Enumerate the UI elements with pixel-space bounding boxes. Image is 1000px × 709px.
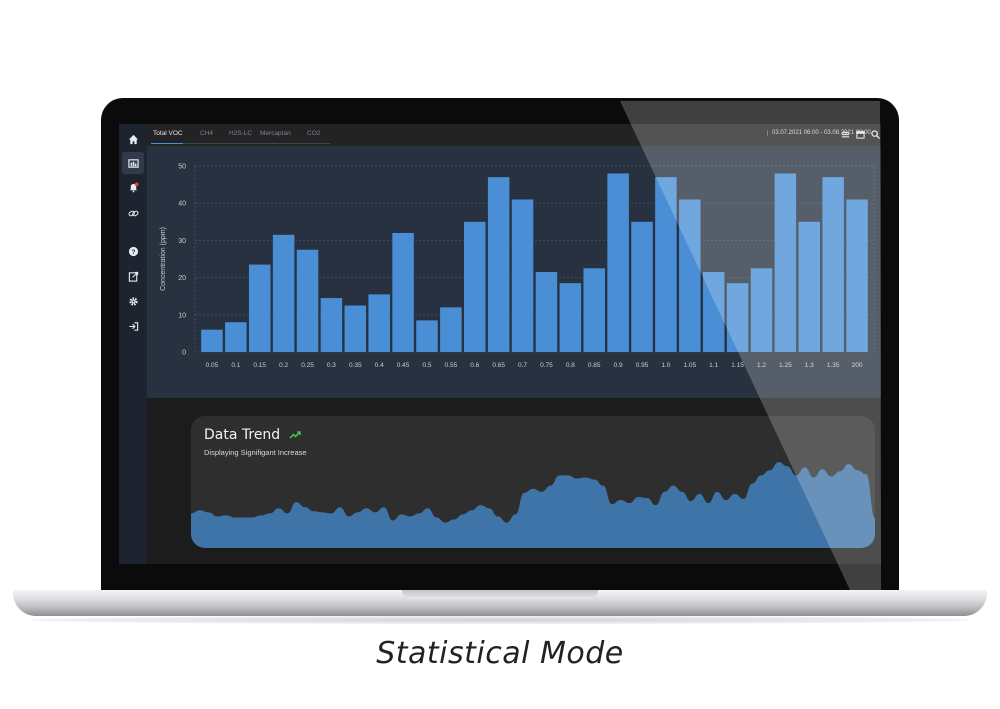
active-tab-indicator: [151, 143, 183, 144]
x-tick-label: 1.05: [683, 362, 696, 369]
bar: [702, 272, 725, 352]
bar: [846, 199, 868, 352]
x-tick-label: 0.3: [327, 362, 336, 369]
tab-co2[interactable]: CO2: [307, 130, 320, 137]
sidebar: ?: [119, 124, 147, 564]
x-tick-label: 0.05: [206, 362, 219, 369]
export-icon[interactable]: [122, 265, 144, 287]
bar: [511, 199, 534, 352]
x-tick-label: 0.55: [445, 362, 458, 369]
y-axis-label: Concentration (ppm): [160, 227, 167, 291]
link-icon[interactable]: [122, 202, 144, 224]
x-tick-label: 0.35: [349, 362, 362, 369]
bar: [798, 221, 821, 352]
x-tick-label: 0.5: [422, 362, 431, 369]
bar: [487, 177, 510, 352]
bar: [201, 329, 223, 352]
laptop-notch: [402, 590, 598, 599]
trend-area: [191, 462, 875, 548]
x-tick-label: 0.65: [492, 362, 505, 369]
trend-title: Data Trend: [204, 427, 281, 443]
bar-chart: 0 10 20 30 40 50 Concentration (ppm) 0.05 0.1 0.1…: [160, 164, 875, 369]
laptop-shadow: [30, 616, 970, 624]
x-tick-label: 0.4: [375, 362, 384, 369]
bar: [607, 173, 629, 352]
y-tick-label: 40: [178, 201, 186, 208]
x-tick-label: 0.85: [588, 362, 601, 369]
bar: [464, 221, 486, 352]
svg-text:?: ?: [131, 248, 135, 255]
bar: [559, 283, 582, 352]
x-tick-label: 0.45: [397, 362, 410, 369]
x-tick-label: 1.1: [709, 362, 718, 369]
trend-subtitle: Displaying Signifigant Increase: [204, 448, 307, 457]
product-image: ? Total VOC CH4 H2S-LC Mercaptan CO2 03.…: [0, 0, 1000, 709]
x-tick-label: 0.9: [614, 362, 623, 369]
tab-total-voc[interactable]: Total VOC: [153, 130, 183, 137]
x-tick-label: 1.35: [827, 362, 840, 369]
caption: Statistical Mode: [376, 636, 624, 671]
bar: [416, 320, 438, 352]
bar: [225, 322, 247, 352]
bar-chart-panel: 0 10 20 30 40 50 Concentration (ppm) 0.05 0.1 0.1…: [147, 146, 881, 398]
bar: [774, 173, 797, 352]
x-tick-label: 0.1: [231, 362, 240, 369]
bar: [344, 305, 367, 352]
bar: [296, 249, 319, 352]
x-tick-label: 0.75: [540, 362, 553, 369]
tab-h2s-lc[interactable]: H2S-LC: [229, 130, 252, 137]
data-trend-card: Data Trend Displaying Signifigant Increa…: [191, 416, 875, 548]
x-tick-label: 0.6: [470, 362, 479, 369]
x-tick-label: 0.95: [636, 362, 649, 369]
bell-icon[interactable]: [122, 176, 144, 198]
trend-up-icon: [289, 431, 301, 439]
bar: [655, 177, 677, 352]
bar: [320, 298, 343, 352]
bar: [392, 232, 414, 352]
tab-ch4[interactable]: CH4: [200, 130, 213, 137]
x-tick-label: 1.2: [757, 362, 766, 369]
help-icon[interactable]: ?: [122, 240, 144, 262]
x-tick-label: 0.2: [279, 362, 288, 369]
bar: [535, 272, 558, 352]
logout-icon[interactable]: [122, 315, 144, 337]
bar: [726, 283, 749, 352]
bar: [822, 177, 844, 352]
y-tick-label: 30: [178, 238, 186, 245]
bar: [679, 199, 701, 352]
x-tick-label: 0.7: [518, 362, 527, 369]
bar: [631, 221, 653, 352]
x-tick-label: 1.3: [805, 362, 814, 369]
bar: [440, 307, 462, 352]
x-tick-label: 1.0: [661, 362, 670, 369]
x-tick-label: 0.15: [253, 362, 266, 369]
x-tick-label: 0.8: [566, 362, 575, 369]
y-tick-label: 20: [178, 275, 186, 282]
y-tick-label: 0: [182, 350, 186, 357]
x-tick-label: 1.15: [731, 362, 744, 369]
home-icon[interactable]: [122, 128, 144, 150]
top-bar: Total VOC CH4 H2S-LC Mercaptan CO2 03.07…: [147, 124, 881, 146]
x-tick-label: 200: [852, 362, 863, 369]
dashboard-icon[interactable]: [122, 152, 144, 174]
laptop-screen: ? Total VOC CH4 H2S-LC Mercaptan CO2 03.…: [119, 124, 881, 564]
list-icon[interactable]: [841, 130, 850, 139]
search-icon[interactable]: [871, 130, 880, 139]
settings-icon[interactable]: [122, 290, 144, 312]
bar: [248, 264, 271, 352]
x-tick-label: 1.25: [779, 362, 792, 369]
bar: [368, 294, 390, 352]
y-tick-label: 50: [178, 164, 186, 171]
bar: [750, 268, 773, 352]
y-tick-label: 10: [178, 312, 186, 319]
calendar-icon[interactable]: [856, 130, 865, 139]
x-tick-label: 0.25: [301, 362, 314, 369]
bar: [272, 234, 295, 352]
bar: [583, 268, 605, 352]
tab-mercaptan[interactable]: Mercaptan: [260, 130, 291, 137]
